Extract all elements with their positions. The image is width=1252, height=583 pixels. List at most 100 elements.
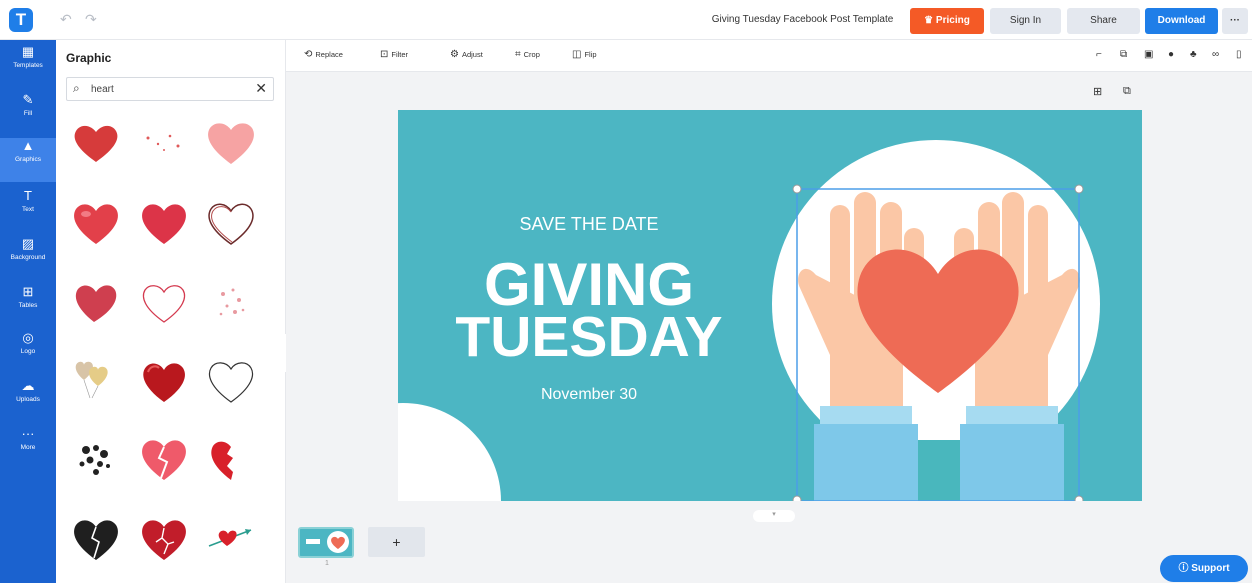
add-page-button[interactable]: + <box>368 527 425 557</box>
graphic-half-heart[interactable] <box>201 428 261 488</box>
table-icon: ⊞ <box>22 284 34 299</box>
copy-page-icon[interactable]: ⧉ <box>1123 85 1131 98</box>
thumbnail-preview <box>300 529 352 556</box>
graphic-red-heart[interactable] <box>66 112 126 172</box>
graphic-scattered-hearts[interactable] <box>201 272 261 332</box>
add-page-icon[interactable]: ⊞ <box>1093 85 1102 98</box>
paint-roller-icon[interactable]: ⌐ <box>1096 49 1102 60</box>
resize-handle[interactable] <box>1074 184 1084 194</box>
graphic-glossy-heart[interactable] <box>66 192 126 252</box>
pen-icon: ✎ <box>22 92 34 107</box>
more-icon: ··· <box>21 426 35 441</box>
filter-button[interactable]: ⊡ Filter <box>380 49 408 60</box>
shapes-icon: ▲ <box>21 138 35 153</box>
flip-button[interactable]: ◫ Flip <box>572 49 597 60</box>
support-button[interactable]: ⓘ Support <box>1160 555 1248 582</box>
more-options-button[interactable]: ··· <box>1222 8 1248 34</box>
nav-label: Tables <box>18 302 38 309</box>
graphic-crimson-heart[interactable] <box>134 192 194 252</box>
nav-fill[interactable]: ✎ Fill <box>0 92 56 136</box>
replace-label: Replace <box>315 50 343 59</box>
graphic-heart-balloons[interactable] <box>66 350 126 410</box>
graphic-dark-red-heart[interactable] <box>134 350 194 410</box>
close-icon[interactable]: ✕ <box>255 80 267 97</box>
align-icon[interactable]: ♣ <box>1190 49 1197 60</box>
graphic-pink-heart[interactable] <box>201 112 261 172</box>
nav-logo[interactable]: ◎ Logo <box>0 330 56 374</box>
resize-handle[interactable] <box>1074 495 1084 501</box>
top-bar: T ↶ ↷ Giving Tuesday Facebook Post Templ… <box>0 0 1252 40</box>
page-thumbnail[interactable] <box>298 527 354 558</box>
graphic-arrow-heart[interactable] <box>201 508 261 568</box>
graphic-tilted-heart[interactable] <box>66 272 126 332</box>
graphic-broken-heart-pink[interactable] <box>134 428 194 488</box>
crop-button[interactable]: ⌗ Crop <box>515 49 540 60</box>
redo-icon[interactable]: ↷ <box>85 11 97 28</box>
canvas-collapse-icon[interactable]: ▾ <box>753 510 795 522</box>
nav-graphics[interactable]: ▲ Graphics <box>0 138 56 182</box>
document-title[interactable]: Giving Tuesday Facebook Post Template <box>700 14 905 25</box>
graphic-cracked-heart[interactable] <box>134 508 194 568</box>
replace-button[interactable]: ⟲ Replace <box>304 49 343 60</box>
nav-uploads[interactable]: ☁ Uploads <box>0 378 56 422</box>
resize-handle[interactable] <box>792 184 802 194</box>
save-the-date-text[interactable]: SAVE THE DATE <box>519 214 658 234</box>
support-label: Support <box>1191 563 1230 574</box>
nav-label: Text <box>22 206 34 213</box>
nav-text[interactable]: T Text <box>0 188 56 232</box>
link-icon[interactable]: ∞ <box>1212 49 1219 60</box>
upload-icon: ☁ <box>21 378 35 393</box>
left-nav: ▦ Templates ✎ Fill ▲ Graphics T Text ▨ B… <box>0 40 56 583</box>
adjust-button[interactable]: ⚙ Adjust <box>450 49 483 60</box>
nav-templates[interactable]: ▦ Templates <box>0 44 56 88</box>
graphic-black-outline-heart[interactable] <box>201 350 261 410</box>
nav-label: Templates <box>13 62 43 69</box>
sign-in-button[interactable]: Sign In <box>990 8 1061 34</box>
help-icon: ⓘ <box>1178 563 1192 574</box>
trash-icon[interactable]: ▯ <box>1236 49 1242 60</box>
opacity-icon[interactable]: ● <box>1168 49 1174 60</box>
share-button[interactable]: Share <box>1067 8 1140 34</box>
page-number: 1 <box>325 560 329 567</box>
adjust-label: Adjust <box>461 50 483 59</box>
date-text[interactable]: November 30 <box>541 386 637 403</box>
graphic-black-broken-heart[interactable] <box>66 508 126 568</box>
panel-title: Graphic <box>66 51 112 65</box>
pricing-button[interactable]: ♛ Pricing <box>910 8 984 34</box>
crown-icon: ♛ <box>924 15 936 26</box>
app-logo[interactable]: T <box>9 8 33 32</box>
resize-handle[interactable] <box>792 495 802 501</box>
nav-label: Fill <box>23 110 33 117</box>
adjust-icon: ⚙ <box>450 49 459 60</box>
logo-icon: ◎ <box>22 330 34 345</box>
crop-icon: ⌗ <box>515 49 521 60</box>
flip-label: Flip <box>584 50 597 59</box>
nav-label: Logo <box>20 348 36 355</box>
filter-icon: ⊡ <box>380 49 389 60</box>
nav-more[interactable]: ··· More <box>0 426 56 470</box>
graphic-panel: Graphic ⌕ ✕ <box>56 40 286 583</box>
download-button[interactable]: Download <box>1145 8 1218 34</box>
tuesday-text[interactable]: TUESDAY <box>455 305 722 369</box>
design-canvas[interactable]: SAVE THE DATE GIVING TUESDAY November 30 <box>398 110 1142 501</box>
graphic-floral-heart[interactable] <box>66 428 126 488</box>
nav-label: More <box>20 444 36 451</box>
flip-icon: ◫ <box>572 49 582 60</box>
nav-tables[interactable]: ⊞ Tables <box>0 284 56 328</box>
image-toolbar: ⟲ Replace ⊡ Filter ⚙ Adjust ⌗ Crop ◫ Flip ⌐ ⧉… <box>286 40 1252 72</box>
search-icon: ⌕ <box>73 81 80 95</box>
nav-background[interactable]: ▨ Background <box>0 236 56 280</box>
graphic-tiny-hearts[interactable] <box>134 112 194 172</box>
graphic-outline-heart[interactable] <box>201 192 261 252</box>
graphic-thin-outline-heart[interactable] <box>134 272 194 332</box>
replace-icon: ⟲ <box>304 49 313 60</box>
undo-icon[interactable]: ↶ <box>60 11 72 28</box>
layers-icon[interactable]: ▣ <box>1144 49 1153 60</box>
filter-label: Filter <box>391 50 409 59</box>
search-input[interactable] <box>91 82 241 97</box>
pricing-label: Pricing <box>935 15 970 26</box>
search-box[interactable]: ⌕ ✕ <box>66 77 274 101</box>
templates-icon: ▦ <box>21 44 35 59</box>
nav-label: Graphics <box>14 156 41 163</box>
duplicate-icon[interactable]: ⧉ <box>1120 49 1127 60</box>
